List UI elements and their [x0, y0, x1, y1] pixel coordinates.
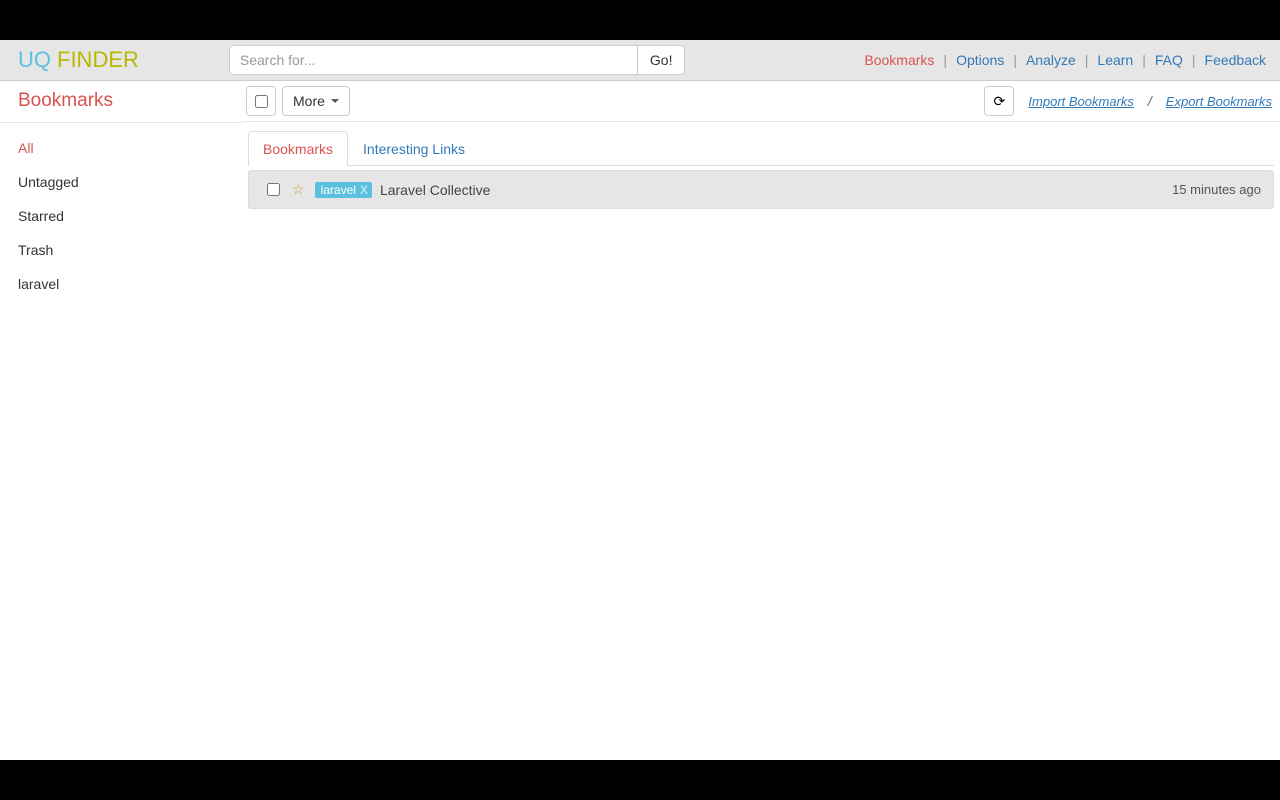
nav-faq[interactable]: FAQ [1155, 52, 1183, 68]
sidebar-item-untagged[interactable]: Untagged [0, 167, 242, 197]
row-checkbox[interactable] [267, 183, 280, 196]
brand-uq: UQ [18, 47, 51, 73]
more-label: More [293, 93, 325, 109]
main-panel: More ⟳ Import Bookmarks / Export Bookmar… [242, 81, 1280, 760]
bookmark-list: ☆ laravel X Laravel Collective 15 minute… [242, 166, 1280, 209]
row-tag[interactable]: laravel X [315, 182, 372, 198]
remove-tag-icon[interactable]: X [360, 183, 368, 197]
nav-analyze[interactable]: Analyze [1026, 52, 1076, 68]
tab-bookmarks[interactable]: Bookmarks [248, 131, 348, 166]
tab-interesting[interactable]: Interesting Links [348, 131, 480, 166]
export-bookmarks-link[interactable]: Export Bookmarks [1166, 94, 1272, 109]
top-navbar: UQ FINDER Go! Bookmarks| Options| Analyz… [0, 40, 1280, 81]
io-separator: / [1148, 93, 1152, 109]
refresh-button[interactable]: ⟳ [984, 86, 1014, 116]
row-timestamp: 15 minutes ago [1172, 182, 1261, 197]
search-input[interactable] [229, 45, 637, 75]
select-all-wrapper[interactable] [246, 86, 276, 116]
brand-logo[interactable]: UQ FINDER [18, 47, 139, 73]
nav-bookmarks[interactable]: Bookmarks [864, 52, 934, 68]
sidebar-item-trash[interactable]: Trash [0, 235, 242, 265]
search-form: Go! [229, 45, 686, 75]
star-icon[interactable]: ☆ [292, 181, 305, 198]
import-bookmarks-link[interactable]: Import Bookmarks [1028, 94, 1133, 109]
select-all-checkbox[interactable] [255, 95, 268, 108]
nav-options[interactable]: Options [956, 52, 1004, 68]
top-nav-links: Bookmarks| Options| Analyze| Learn| FAQ|… [864, 52, 1266, 68]
brand-finder: FINDER [57, 47, 139, 73]
row-title[interactable]: Laravel Collective [380, 182, 491, 198]
search-go-button[interactable]: Go! [637, 45, 686, 75]
list-toolbar: More ⟳ Import Bookmarks / Export Bookmar… [242, 81, 1280, 122]
more-dropdown-button[interactable]: More [282, 86, 350, 116]
sidebar-title: Bookmarks [0, 81, 242, 123]
bookmark-row[interactable]: ☆ laravel X Laravel Collective 15 minute… [248, 170, 1274, 209]
sidebar-item-all[interactable]: All [0, 133, 242, 163]
caret-down-icon [331, 99, 339, 103]
sidebar-item-laravel[interactable]: laravel [0, 269, 242, 299]
sidebar-item-starred[interactable]: Starred [0, 201, 242, 231]
nav-learn[interactable]: Learn [1097, 52, 1133, 68]
nav-feedback[interactable]: Feedback [1205, 52, 1266, 68]
sidebar-filter-list: All Untagged Starred Trash laravel [0, 123, 242, 309]
sidebar: Bookmarks All Untagged Starred Trash lar… [0, 81, 242, 760]
content-tabs: Bookmarks Interesting Links [248, 131, 1274, 166]
refresh-icon: ⟳ [994, 93, 1006, 110]
row-tag-label: laravel [321, 183, 356, 197]
